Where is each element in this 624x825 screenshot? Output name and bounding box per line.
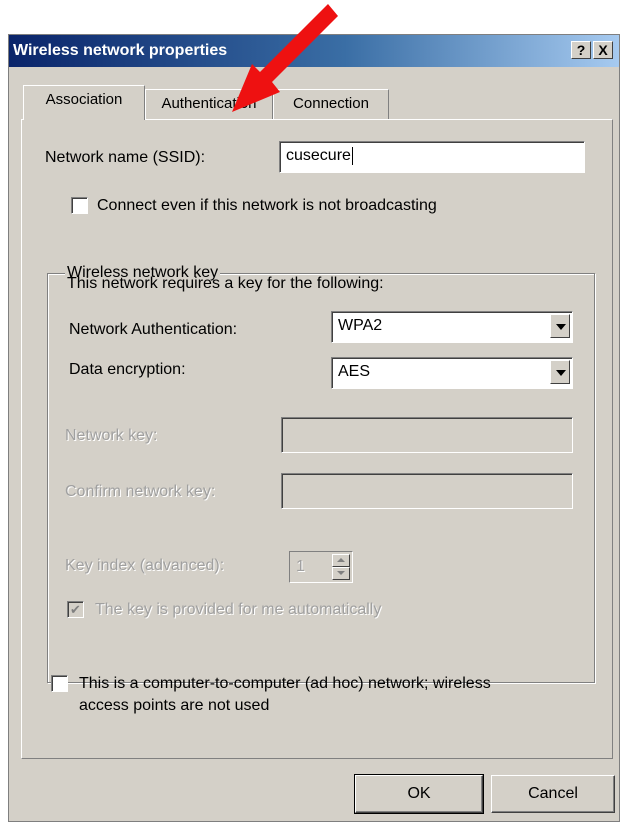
- tab-association[interactable]: Association: [23, 85, 145, 120]
- text-caret: [351, 146, 353, 165]
- dropdown-arrow-icon[interactable]: [550, 360, 570, 384]
- help-button[interactable]: ?: [571, 41, 591, 59]
- ssid-value: cusecure: [286, 147, 351, 164]
- confirm-key-label: Confirm network key:: [65, 483, 216, 500]
- auto-key-checkbox-label: The key is provided for me automatically: [95, 601, 382, 618]
- network-auth-label: Network Authentication:: [69, 321, 238, 338]
- ssid-label: Network name (SSID):: [45, 149, 206, 166]
- ok-button[interactable]: OK: [354, 774, 484, 814]
- network-key-label: Network key:: [65, 427, 158, 444]
- key-index-spinner[interactable]: 1: [289, 551, 353, 583]
- wireless-properties-dialog: Wireless network properties ? X Associat…: [8, 34, 620, 822]
- close-button[interactable]: X: [593, 41, 613, 59]
- key-requirement-text: This network requires a key for the foll…: [67, 275, 384, 292]
- network-auth-select[interactable]: WPA2: [331, 311, 573, 343]
- auto-key-checkbox[interactable]: ✔: [67, 601, 84, 618]
- ssid-input[interactable]: cusecure: [279, 141, 585, 173]
- broadcast-checkbox-label: Connect even if this network is not broa…: [97, 197, 437, 214]
- key-index-value: 1: [296, 558, 305, 575]
- annotation-arrow-shape: [232, 4, 338, 112]
- data-encryption-label: Data encryption:: [69, 361, 186, 378]
- confirm-key-input[interactable]: [281, 473, 573, 509]
- spin-up-icon[interactable]: [332, 554, 350, 567]
- adhoc-checkbox-label-line1: This is a computer-to-computer (ad hoc) …: [79, 675, 491, 692]
- annotation-arrow-icon: [232, 4, 338, 112]
- window-title: Wireless network properties: [13, 42, 228, 59]
- adhoc-checkbox-label-line2: access points are not used: [79, 697, 270, 714]
- data-encryption-select[interactable]: AES: [331, 357, 573, 389]
- network-key-input[interactable]: [281, 417, 573, 453]
- broadcast-checkbox[interactable]: [71, 197, 88, 214]
- data-encryption-value: AES: [338, 363, 371, 380]
- adhoc-checkbox[interactable]: [51, 675, 68, 692]
- spin-down-icon[interactable]: [332, 567, 350, 580]
- cancel-button[interactable]: Cancel: [491, 775, 615, 813]
- key-index-label: Key index (advanced):: [65, 557, 225, 574]
- dropdown-arrow-icon[interactable]: [550, 314, 570, 338]
- network-auth-value: WPA2: [338, 317, 383, 334]
